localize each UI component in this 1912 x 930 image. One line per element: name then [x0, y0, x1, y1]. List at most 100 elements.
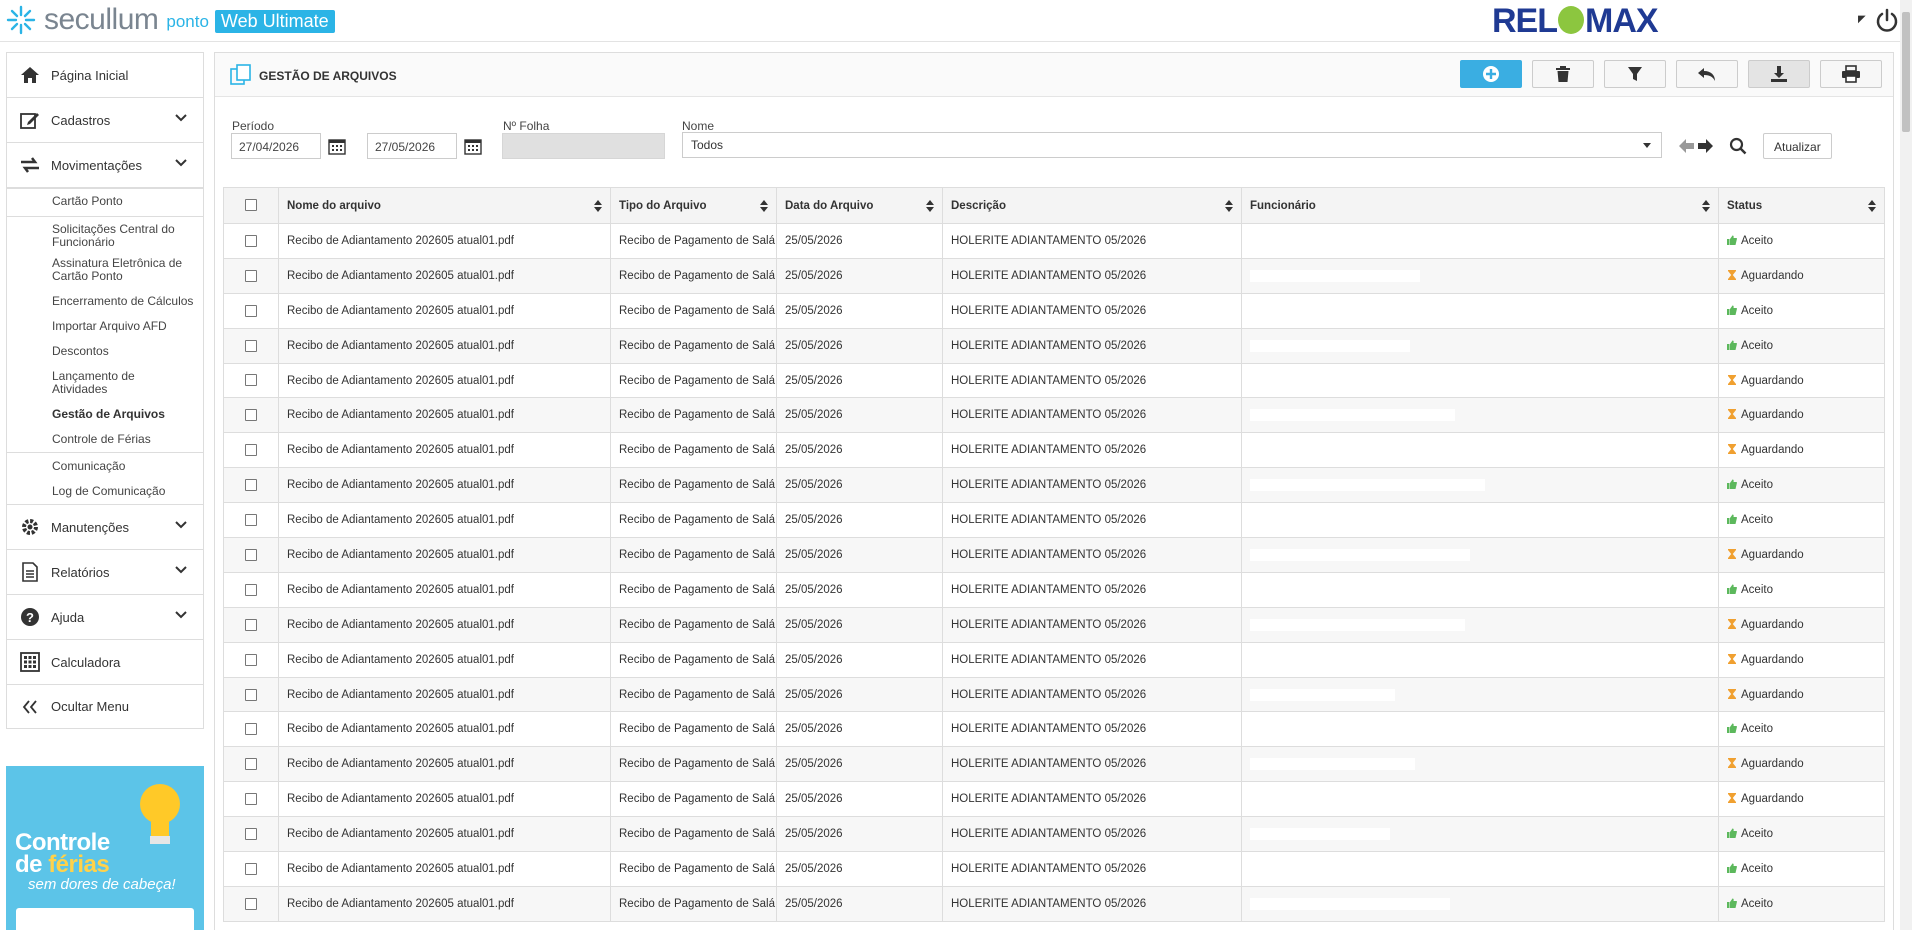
submenu-item-assinatura[interactable]: Assinatura Eletrônica de Cartão Ponto — [7, 253, 195, 287]
table-row[interactable]: Recibo de Adiantamento 202605 atual01.pd… — [223, 467, 1885, 504]
table-row[interactable]: Recibo de Adiantamento 202605 atual01.pd… — [223, 851, 1885, 887]
table-row[interactable]: Recibo de Adiantamento 202605 atual01.pd… — [223, 292, 1885, 329]
row-checkbox[interactable] — [245, 479, 257, 492]
row-checkbox[interactable] — [245, 409, 257, 422]
submenu-item-gestao-arquivos[interactable]: Gestão de Arquivos — [7, 400, 203, 425]
table-row[interactable]: Recibo de Adiantamento 202605 atual01.pd… — [223, 397, 1885, 434]
file-name-cell[interactable]: Recibo de Adiantamento 202605 atual01.pd… — [278, 362, 611, 399]
file-name-cell[interactable]: Recibo de Adiantamento 202605 atual01.pd… — [278, 223, 611, 259]
undo-button[interactable] — [1676, 60, 1738, 88]
table-row[interactable]: Recibo de Adiantamento 202605 atual01.pd… — [223, 816, 1885, 853]
arrow-left-icon[interactable] — [1679, 139, 1694, 153]
date-from-input[interactable]: 27/04/2026 — [231, 133, 321, 159]
file-name-cell[interactable]: Recibo de Adiantamento 202605 atual01.pd… — [278, 292, 611, 329]
sidebar-item-calculadora[interactable]: Calculadora — [6, 639, 204, 684]
table-row[interactable]: Recibo de Adiantamento 202605 atual01.pd… — [223, 502, 1885, 539]
select-all-checkbox[interactable] — [245, 199, 257, 212]
table-row[interactable]: Recibo de Adiantamento 202605 atual01.pd… — [223, 362, 1885, 399]
date-to-input[interactable]: 27/05/2026 — [367, 133, 457, 159]
row-checkbox[interactable] — [245, 444, 257, 457]
atualizar-button[interactable]: Atualizar — [1763, 133, 1832, 159]
table-row[interactable]: Recibo de Adiantamento 202605 atual01.pd… — [223, 711, 1885, 748]
submenu-item-importar-afd[interactable]: Importar Arquivo AFD — [7, 312, 203, 337]
file-name-cell[interactable]: Recibo de Adiantamento 202605 atual01.pd… — [278, 467, 611, 504]
submenu-item-controle-ferias[interactable]: Controle de Férias — [7, 425, 203, 452]
sidebar-item-ocultar-menu[interactable]: Ocultar Menu — [6, 684, 204, 729]
row-checkbox[interactable] — [245, 234, 257, 247]
row-checkbox[interactable] — [245, 374, 257, 387]
file-name-cell[interactable]: Recibo de Adiantamento 202605 atual01.pd… — [278, 502, 611, 539]
submenu-item-lancamento[interactable]: Lançamento de Atividades — [7, 362, 157, 400]
file-name-cell[interactable]: Recibo de Adiantamento 202605 atual01.pd… — [278, 397, 611, 434]
file-name-cell[interactable]: Recibo de Adiantamento 202605 atual01.pd… — [278, 641, 611, 678]
row-checkbox[interactable] — [245, 862, 257, 875]
search-icon[interactable] — [1729, 137, 1747, 155]
row-checkbox[interactable] — [245, 828, 257, 841]
table-row[interactable]: Recibo de Adiantamento 202605 atual01.pd… — [223, 606, 1885, 643]
delete-button[interactable] — [1532, 60, 1594, 88]
file-name-cell[interactable]: Recibo de Adiantamento 202605 atual01.pd… — [278, 537, 611, 573]
row-checkbox[interactable] — [245, 583, 257, 596]
row-checkbox[interactable] — [245, 793, 257, 806]
file-name-cell[interactable]: Recibo de Adiantamento 202605 atual01.pd… — [278, 885, 611, 922]
table-row[interactable]: Recibo de Adiantamento 202605 atual01.pd… — [223, 885, 1885, 922]
table-row[interactable]: Recibo de Adiantamento 202605 atual01.pd… — [223, 676, 1885, 713]
table-row[interactable]: Recibo de Adiantamento 202605 atual01.pd… — [223, 327, 1885, 364]
add-button[interactable] — [1460, 60, 1522, 88]
sidebar-item-ajuda[interactable]: ? Ajuda — [6, 594, 204, 639]
row-checkbox[interactable] — [245, 723, 257, 736]
controle-ferias-banner[interactable]: Controle de férias sem dores de cabeça! — [6, 766, 204, 930]
submenu-item-descontos[interactable]: Descontos — [7, 337, 203, 362]
filter-button[interactable] — [1604, 60, 1666, 88]
file-name-cell[interactable]: Recibo de Adiantamento 202605 atual01.pd… — [278, 676, 611, 713]
submenu-item-comunicacao[interactable]: Comunicação — [7, 453, 203, 477]
column-header-file[interactable]: Nome do arquivo — [278, 187, 611, 224]
row-checkbox[interactable] — [245, 304, 257, 317]
file-name-cell[interactable]: Recibo de Adiantamento 202605 atual01.pd… — [278, 257, 611, 294]
sidebar-item-relatorios[interactable]: Relatórios — [6, 549, 204, 594]
row-checkbox[interactable] — [245, 339, 257, 352]
table-row[interactable]: Recibo de Adiantamento 202605 atual01.pd… — [223, 537, 1885, 573]
column-header-type[interactable]: Tipo do Arquivo — [610, 187, 777, 224]
column-header-employee[interactable]: Funcionário — [1241, 187, 1719, 224]
table-row[interactable]: Recibo de Adiantamento 202605 atual01.pd… — [223, 257, 1885, 294]
submenu-item-log-comunicacao[interactable]: Log de Comunicação — [7, 477, 203, 504]
prev-next-arrows[interactable] — [1678, 136, 1714, 156]
nome-select[interactable]: Todos — [682, 132, 1662, 158]
file-name-cell[interactable]: Recibo de Adiantamento 202605 atual01.pd… — [278, 781, 611, 818]
sidebar-item-cadastros[interactable]: Cadastros — [6, 97, 204, 142]
sidebar-item-pagina-inicial[interactable]: Página Inicial — [6, 52, 204, 97]
scrollbar-thumb[interactable] — [1902, 12, 1910, 132]
table-row[interactable]: Recibo de Adiantamento 202605 atual01.pd… — [223, 746, 1885, 783]
arrow-right-icon[interactable] — [1698, 139, 1713, 153]
secullum-logo[interactable]: secullum ponto Web Ultimate — [6, 3, 335, 36]
table-row[interactable]: Recibo de Adiantamento 202605 atual01.pd… — [223, 641, 1885, 678]
file-name-cell[interactable]: Recibo de Adiantamento 202605 atual01.pd… — [278, 327, 611, 364]
row-checkbox[interactable] — [245, 758, 257, 771]
column-header-date[interactable]: Data do Arquivo — [776, 187, 943, 224]
file-name-cell[interactable]: Recibo de Adiantamento 202605 atual01.pd… — [278, 571, 611, 608]
row-checkbox[interactable] — [245, 618, 257, 631]
file-name-cell[interactable]: Recibo de Adiantamento 202605 atual01.pd… — [278, 851, 611, 887]
file-name-cell[interactable]: Recibo de Adiantamento 202605 atual01.pd… — [278, 606, 611, 643]
submenu-item-encerramento[interactable]: Encerramento de Cálculos — [7, 287, 203, 312]
file-name-cell[interactable]: Recibo de Adiantamento 202605 atual01.pd… — [278, 816, 611, 853]
column-header-description[interactable]: Descrição — [942, 187, 1242, 224]
table-row[interactable]: Recibo de Adiantamento 202605 atual01.pd… — [223, 223, 1885, 259]
calendar-icon[interactable] — [464, 137, 482, 155]
sidebar-item-manutencoes[interactable]: Manutenções — [6, 504, 204, 549]
page-scrollbar[interactable] — [1900, 0, 1912, 930]
file-name-cell[interactable]: Recibo de Adiantamento 202605 atual01.pd… — [278, 746, 611, 783]
row-checkbox[interactable] — [245, 514, 257, 527]
column-header-status[interactable]: Status — [1718, 187, 1885, 224]
submenu-item-solicitacoes[interactable]: Solicitações Central do Funcionário — [7, 217, 187, 253]
file-name-cell[interactable]: Recibo de Adiantamento 202605 atual01.pd… — [278, 711, 611, 748]
row-checkbox[interactable] — [245, 548, 257, 561]
row-checkbox[interactable] — [245, 688, 257, 701]
row-checkbox[interactable] — [245, 653, 257, 666]
file-name-cell[interactable]: Recibo de Adiantamento 202605 atual01.pd… — [278, 432, 611, 469]
submenu-item-cartao-ponto[interactable]: Cartão Ponto — [7, 195, 203, 212]
download-button[interactable] — [1748, 60, 1810, 88]
calendar-icon[interactable] — [328, 137, 346, 155]
row-checkbox[interactable] — [245, 269, 257, 282]
